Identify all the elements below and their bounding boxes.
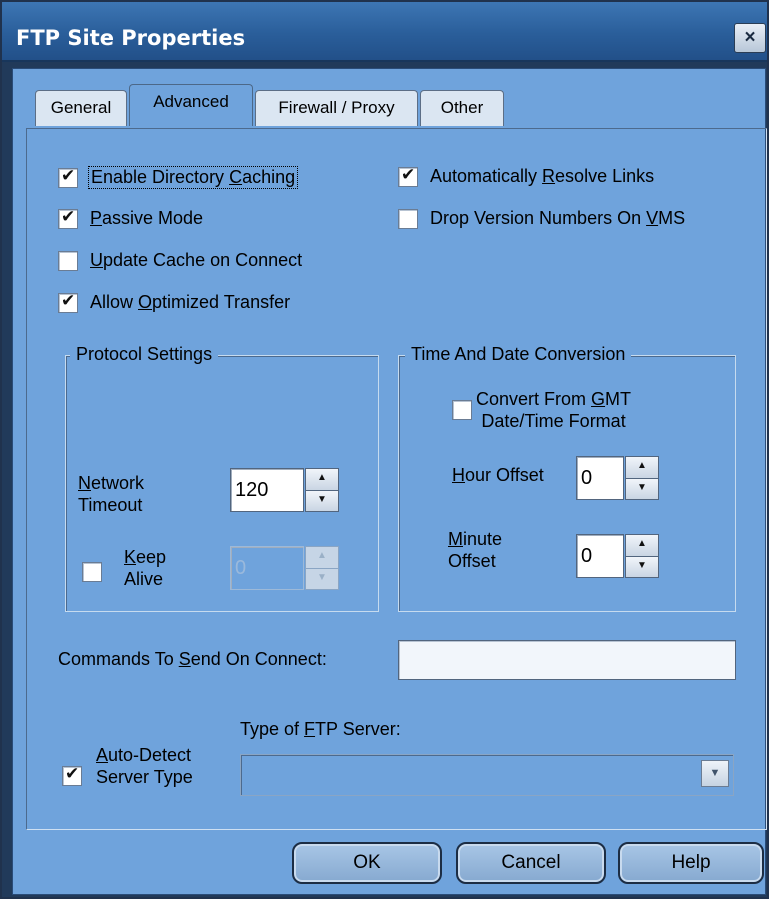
spin-buttons: ▲ ▼ [625,534,659,578]
tab-label: Advanced [153,92,229,111]
enable-directory-caching-checkbox[interactable]: Enable Directory Caching [58,166,299,189]
checkbox-box[interactable] [58,291,78,313]
allow-optimized-transfer-checkbox[interactable]: Allow Optimized Transfer [58,291,291,313]
chevron-down-icon: ▼ [701,760,729,787]
checkbox-box[interactable] [82,562,102,582]
cancel-button[interactable]: Cancel [456,842,606,884]
network-timeout-input[interactable]: 120 [230,468,304,512]
checkbox-box[interactable] [58,166,78,188]
minute-offset-label: Minute Offset [448,529,503,571]
passive-mode-label: Passive Mode [90,208,204,228]
auto-resolve-links-label: Automatically Resolve Links [430,166,655,186]
checkbox-box[interactable] [62,764,82,786]
enable-directory-caching-label: Enable Directory Caching [88,166,299,189]
minute-offset-input[interactable]: 0 [576,534,624,578]
tab-general[interactable]: General [35,90,127,126]
checkbox-box[interactable] [58,207,78,229]
hour-offset-spinner[interactable]: 0 ▲ ▼ [576,456,659,500]
passive-mode-checkbox[interactable]: Passive Mode [58,207,204,229]
spin-up-icon[interactable]: ▲ [625,456,659,478]
auto-detect-server-type-label: Auto-Detect Server Type [96,745,193,787]
convert-from-gmt-checkbox[interactable] [452,400,472,420]
tab-label: Firewall / Proxy [278,98,395,117]
update-cache-label: Update Cache on Connect [90,250,303,270]
ftp-server-type-label: Type of FTP Server: [240,719,401,739]
keep-alive-spinner: 0 ▲ ▼ [230,546,339,590]
keep-alive-label: Keep Alive [124,547,167,589]
spin-down-icon[interactable]: ▼ [305,489,339,512]
network-timeout-label: Network Timeout [78,473,145,515]
time-date-conversion-legend: Time And Date Conversion [405,344,632,365]
convert-from-gmt-label: Convert From GMT Date/Time Format [476,389,632,431]
protocol-settings-legend: Protocol Settings [70,344,219,365]
spin-buttons: ▲ ▼ [625,456,659,500]
checkbox-box[interactable] [398,208,418,229]
ftp-server-type-dropdown: ▼ [240,754,734,796]
hour-offset-label: Hour Offset [452,465,544,485]
network-timeout-spinner[interactable]: 120 ▲ ▼ [230,468,339,512]
window-title: FTP Site Properties [16,26,246,50]
tab-firewall-proxy[interactable]: Firewall / Proxy [255,90,418,126]
spin-up-icon: ▲ [305,546,339,568]
spin-up-icon[interactable]: ▲ [305,468,339,490]
drop-version-numbers-label: Drop Version Numbers On VMS [430,208,686,228]
spin-down-icon[interactable]: ▼ [625,477,659,500]
allow-optimized-transfer-label: Allow Optimized Transfer [90,292,291,312]
ok-button[interactable]: OK [292,842,442,884]
tab-advanced[interactable]: Advanced [129,84,253,126]
spin-buttons: ▲ ▼ [305,468,339,512]
commands-on-connect-label: Commands To Send On Connect: [58,649,327,669]
auto-detect-server-type-checkbox[interactable] [62,764,82,786]
keep-alive-input: 0 [230,546,304,590]
help-button[interactable]: Help [618,842,764,884]
tab-label: Other [440,98,484,117]
keep-alive-checkbox[interactable] [82,562,102,582]
auto-resolve-links-checkbox[interactable]: Automatically Resolve Links [398,165,655,187]
spin-up-icon[interactable]: ▲ [625,534,659,556]
tab-label: General [50,98,112,117]
title-bar[interactable]: FTP Site Properties × [2,2,767,62]
minute-offset-spinner[interactable]: 0 ▲ ▼ [576,534,659,578]
close-button[interactable]: × [734,23,766,53]
commands-on-connect-input[interactable] [398,640,736,680]
close-icon: × [744,27,756,48]
drop-version-numbers-checkbox[interactable]: Drop Version Numbers On VMS [398,208,685,229]
update-cache-checkbox[interactable]: Update Cache on Connect [58,250,302,271]
spin-down-icon[interactable]: ▼ [625,555,659,578]
checkbox-box[interactable] [398,165,418,187]
checkbox-box[interactable] [452,400,472,420]
spin-down-icon: ▼ [305,567,339,590]
tab-other[interactable]: Other [420,90,504,126]
spin-buttons: ▲ ▼ [305,546,339,590]
checkbox-box[interactable] [58,250,78,271]
dialog-window: FTP Site Properties × General Advanced F… [0,0,769,899]
hour-offset-input[interactable]: 0 [576,456,624,500]
